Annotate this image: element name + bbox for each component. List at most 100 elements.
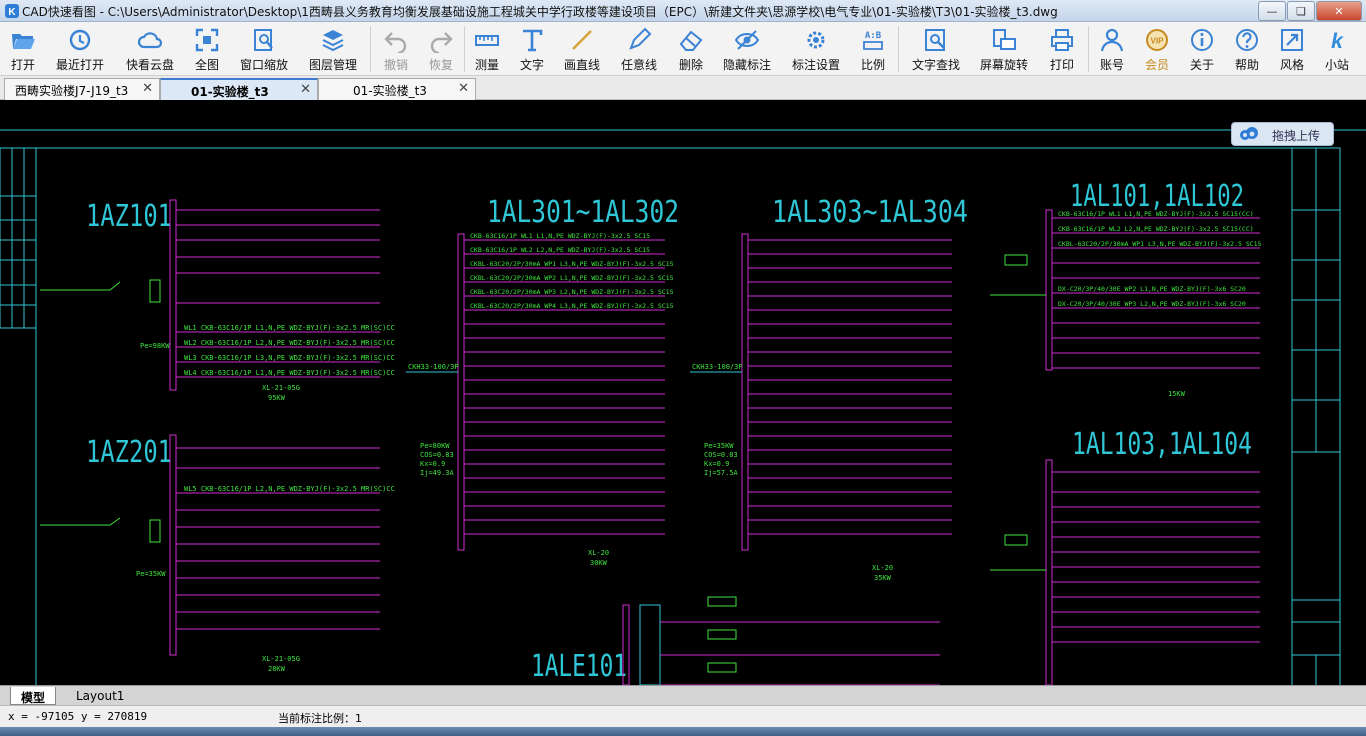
pen-icon [629, 27, 652, 50]
print-button[interactable]: 打印 [1046, 24, 1078, 74]
close-icon[interactable]: ✕ [142, 81, 153, 96]
gear-icon [807, 31, 825, 49]
close-icon[interactable]: ✕ [300, 82, 311, 97]
fit-all-button[interactable]: 全图 [191, 24, 223, 74]
annotation-settings-button[interactable]: 标注设置 [788, 24, 844, 74]
freehand-line-button[interactable]: 任意线 [618, 24, 660, 74]
tab-document-1[interactable]: 西畴实验楼J7-J19_t3 ✕ [4, 78, 160, 100]
account-button[interactable]: 账号 [1096, 24, 1128, 74]
text-search-button[interactable]: 文字查找 [908, 24, 964, 74]
circuit-row: CKB-63C16/1P WL2 L2,N,PE WDZ-BYJ(F)-3x2.… [1058, 225, 1254, 233]
annotation-al303-pe: Pe=35KW [704, 442, 734, 450]
rotate-screen-icon [993, 29, 1016, 50]
annotation-al301-pe: Pe=80KW [420, 442, 450, 450]
circuit-row: CKBL-63C20/2P/30mA WP3 L2,N,PE WDZ-BYJ(F… [470, 288, 674, 296]
tab-document-2[interactable]: 01-实验楼_t3 ✕ [160, 78, 318, 100]
style-button[interactable]: 风格 [1276, 24, 1308, 74]
rotate-screen-button[interactable]: 屏幕旋转 [976, 24, 1032, 74]
redo-icon [430, 32, 453, 53]
panel-title-1ale101: 1ALE101 [531, 649, 627, 684]
annotation-cable-az201: XL-21-05G [262, 655, 300, 663]
circuit-row: DX-C20/3P/40/30E WP2 L1,N,PE WDZ-BYJ(F)-… [1058, 285, 1246, 293]
maximize-button[interactable]: ❏ [1287, 1, 1315, 21]
printer-icon [1051, 29, 1073, 51]
layer-manager-button[interactable]: 图层管理 [306, 24, 360, 74]
draw-line-button[interactable]: 画直线 [561, 24, 603, 74]
toolbar-separator [464, 26, 465, 72]
panel-title-1al301: 1AL301~1AL302 [487, 195, 679, 230]
document-tab-bar: 西畴实验楼J7-J19_t3 ✕ 01-实验楼_t3 ✕ 01-实验楼_t3 ✕ [0, 76, 1366, 100]
circuit-row: CKB-63C16/1P WL2 L2,N,PE WDZ-BYJ(F)-3x2.… [470, 246, 650, 254]
close-button[interactable]: ✕ [1316, 1, 1362, 21]
circuit-row: DX-C20/3P/40/30E WP3 L2,N,PE WDZ-BYJ(F)-… [1058, 300, 1246, 308]
eraser-icon [679, 30, 703, 51]
minimize-button[interactable]: — [1258, 1, 1286, 21]
delete-button[interactable]: 删除 [675, 24, 707, 74]
toolbar-separator [370, 26, 371, 72]
annotation-al301-cos: COS=0.83 [420, 451, 454, 459]
panel-title-1al101: 1AL101,1AL102 [1070, 179, 1244, 214]
layers-icon [322, 30, 344, 52]
annotation-az101-power: 95KW [268, 394, 286, 402]
scale-button[interactable]: A:B 比例 [857, 24, 889, 74]
annotation-al301-kw: 30KW [590, 559, 608, 567]
svg-text:VIP: VIP [1151, 37, 1165, 46]
svg-text:A:B: A:B [865, 31, 882, 41]
svg-text:k: k [1331, 30, 1344, 53]
cloud-drive-button[interactable]: 快看云盘 [122, 24, 178, 74]
open-button[interactable]: 打开 [5, 24, 41, 74]
toolbar-separator [898, 26, 899, 72]
help-button[interactable]: 帮助 [1231, 24, 1263, 74]
close-icon: ✕ [1334, 4, 1344, 18]
circuit-row: WL3 CKB-63C16/1P L3,N,PE WDZ-BYJ(F)-3x2.… [184, 354, 395, 362]
circuit-row: WL4 CKB-63C16/1P L1,N,PE WDZ-BYJ(F)-3x2.… [184, 369, 395, 377]
circuit-row: CKB-63C16/1P WL1 L1,N,PE WDZ-BYJ(F)-3x2.… [1058, 210, 1254, 218]
style-icon [1281, 29, 1303, 51]
recent-clock-icon [69, 29, 91, 51]
k-logo-icon: k [1331, 30, 1344, 53]
hide-annotations-button[interactable]: 隐藏标注 [720, 24, 774, 74]
annotation-al303-kw: 35KW [874, 574, 892, 582]
text-button[interactable]: 文字 [516, 24, 548, 74]
drawing-canvas[interactable]: 1AZ101 1AL301~1AL302 1AL303~1AL304 1AL10… [0, 100, 1366, 685]
annotation-al303-kx: Kx=0.9 [704, 460, 729, 468]
circuit-row: CKBL-63C20/2P/30mA WP4 L3,N,PE WDZ-BYJ(F… [470, 302, 674, 310]
title-bar: K CAD快速看图 - C:\Users\Administrator\Deskt… [0, 0, 1366, 22]
recent-open-button[interactable]: 最近打开 [53, 24, 107, 74]
annotation-al303-ij: Ij=57.5A [704, 469, 739, 477]
circuit-row: WL2 CKB-63C16/1P L2,N,PE WDZ-BYJ(F)-3x2.… [184, 339, 395, 347]
drag-upload-button[interactable]: 拖拽上传 [1231, 122, 1334, 146]
tab-layout1[interactable]: Layout1 [66, 687, 134, 705]
os-taskbar [0, 727, 1366, 736]
undo-icon [384, 32, 407, 53]
annotation-al303-cos: COS=0.83 [704, 451, 738, 459]
undo-button[interactable]: 撤销 [380, 24, 412, 74]
cloud-icon [137, 32, 163, 49]
redo-button[interactable]: 恢复 [425, 24, 457, 74]
about-button[interactable]: 关于 [1186, 24, 1218, 74]
annotation-al303-box: XL-20 [872, 564, 893, 572]
circuit-row: WL1 CKB-63C16/1P L1,N,PE WDZ-BYJ(F)-3x2.… [184, 324, 395, 332]
breaker-label-2: CKH33-100/3P [692, 363, 743, 371]
annotation-al301-ij: Ij=49.3A [420, 469, 455, 477]
cad-drawing: 1AZ101 1AL301~1AL302 1AL303~1AL304 1AL10… [0, 129, 1366, 685]
annotation-scale-status: 当前标注比例：1 [278, 712, 362, 725]
annotation-az201-power: 28KW [268, 665, 286, 673]
vip-icon: VIP [1146, 29, 1168, 51]
measure-button[interactable]: 测量 [471, 24, 503, 74]
tab-model[interactable]: 模型 [10, 687, 57, 705]
main-toolbar: 打开 最近打开 快看云盘 全图 窗口缩放 图层管理 撤销 恢复 测量 文字 画直… [0, 22, 1366, 76]
window-controls: — ❏ ✕ [1258, 1, 1362, 21]
toolbar-separator [1088, 26, 1089, 72]
close-icon[interactable]: ✕ [458, 81, 469, 96]
site-button[interactable]: k 小站 [1321, 24, 1353, 74]
window-zoom-button[interactable]: 窗口缩放 [238, 24, 290, 74]
annotation-al301-kx: Kx=0.9 [420, 460, 445, 468]
eye-icon [734, 30, 760, 50]
vip-member-button[interactable]: VIP 会员 [1141, 24, 1173, 74]
annotation-al301-box: XL-20 [588, 549, 609, 557]
minimize-icon: — [1266, 4, 1278, 18]
line-icon [572, 30, 592, 50]
circuit-row: WL5 CKB-63C16/1P L2,N,PE WDZ-BYJ(F)-3x2.… [184, 485, 395, 493]
tab-document-3[interactable]: 01-实验楼_t3 ✕ [318, 78, 476, 100]
